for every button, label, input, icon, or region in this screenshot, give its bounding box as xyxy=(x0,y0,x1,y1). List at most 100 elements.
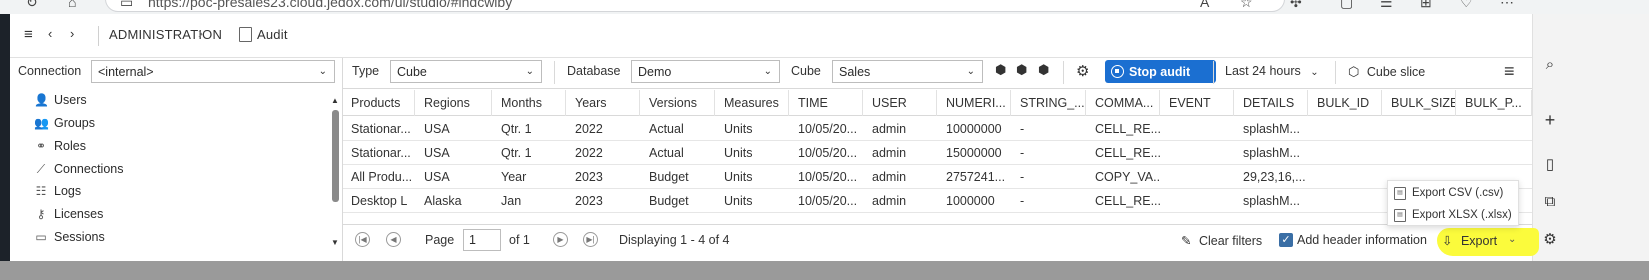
cell-details: splashM... xyxy=(1243,194,1300,208)
scroll-up-icon[interactable]: ▲ xyxy=(331,96,339,105)
time-range-select[interactable]: Last 24 hours ⌄ xyxy=(1225,64,1319,78)
export-xlsx-label: Export XLSX (.xlsx) xyxy=(1412,209,1512,221)
table-row[interactable]: Stationar... USA Qtr. 1 2022 Actual Unit… xyxy=(343,141,1532,165)
database-select[interactable]: Demo ⌄ xyxy=(631,60,780,83)
connection-select[interactable]: <internal> ⌄ xyxy=(91,60,335,83)
cell-months: Qtr. 1 xyxy=(501,122,532,136)
sidebar-item-roles[interactable]: ⚭ Roles xyxy=(34,135,86,157)
first-page-icon[interactable]: |◀ xyxy=(355,232,370,247)
cell-command: CELL_RE... xyxy=(1095,146,1160,160)
export-csv-item[interactable]: ▤ Export CSV (.csv) xyxy=(1394,183,1503,203)
scroll-down-icon[interactable]: ▼ xyxy=(331,238,339,247)
favorites-bar-icon[interactable]: ☰ xyxy=(1380,0,1393,11)
export-button[interactable]: ⇩ Export xyxy=(1442,233,1497,248)
chevron-down-icon: ⌄ xyxy=(1310,67,1319,78)
sidebar-item-users[interactable]: 👤 Users xyxy=(34,89,87,111)
next-page-icon[interactable]: ▶ xyxy=(553,232,568,247)
extensions-icon[interactable]: ✣ xyxy=(1290,0,1302,11)
cell-versions: Budget xyxy=(649,194,689,208)
column-header-bulk-id[interactable]: BULK_ID xyxy=(1309,90,1382,116)
cell-string: - xyxy=(1020,146,1025,160)
cube-slice-button[interactable]: ⬡ Cube slice xyxy=(1348,64,1425,80)
column-header-event[interactable]: EVENT xyxy=(1161,90,1234,116)
header-divider xyxy=(98,26,99,46)
more-icon[interactable]: ⋯ xyxy=(1500,0,1514,11)
column-header-numeric[interactable]: NUMERI... xyxy=(938,90,1011,116)
clear-filters-button[interactable]: ✎ Clear filters xyxy=(1181,233,1262,248)
open-external-icon[interactable]: ⧉ xyxy=(1536,193,1564,210)
sidebar-item-groups[interactable]: 👥 Groups xyxy=(34,112,95,134)
table-row[interactable]: Desktop L Alaska Jan 2023 Budget Units 1… xyxy=(343,189,1532,213)
split-icon[interactable]: ▢ xyxy=(1340,0,1353,11)
cube-lock-icon[interactable]: ⬢ xyxy=(1016,62,1032,78)
column-header-time[interactable]: TIME xyxy=(790,90,863,116)
last-page-icon[interactable]: ▶| xyxy=(583,232,598,247)
column-header-products[interactable]: Products xyxy=(343,90,415,116)
sidebar-item-logs[interactable]: ☷ Logs xyxy=(34,180,82,202)
column-header-regions[interactable]: Regions xyxy=(416,90,492,116)
menu-icon[interactable]: ≡ xyxy=(1504,61,1515,82)
column-header-details[interactable]: DETAILS xyxy=(1235,90,1308,116)
gear-icon[interactable]: ⚙ xyxy=(1076,62,1092,80)
cube-slice-icon: ⬡ xyxy=(1348,64,1360,79)
browser-essentials-icon[interactable]: ♡ xyxy=(1460,0,1473,11)
sidebar-item-label: Sessions xyxy=(54,230,105,244)
table-row[interactable]: Stationar... USA Qtr. 1 2022 Actual Unit… xyxy=(343,117,1532,141)
chevron-down-icon: ⌄ xyxy=(763,66,772,77)
cell-products: Stationar... xyxy=(351,146,411,160)
table-row[interactable]: All Produ... USA Year 2023 Budget Units … xyxy=(343,165,1532,189)
forward-icon[interactable]: › xyxy=(70,26,74,41)
column-header-string[interactable]: STRING_... xyxy=(1012,90,1086,116)
cube-select[interactable]: Sales ⌄ xyxy=(832,60,983,83)
sidebar-item-sessions[interactable]: ▭ Sessions xyxy=(34,226,105,248)
settings-icon[interactable]: ⚙ xyxy=(1536,230,1564,248)
home-icon[interactable]: ⌂ xyxy=(68,0,76,10)
url-text[interactable]: https://poc-presales23.cloud.jedox.com/u… xyxy=(148,0,512,10)
lock-icon[interactable]: ▭ xyxy=(120,0,133,11)
connection-value: <internal> xyxy=(98,65,154,79)
collections-icon[interactable]: ⊞ xyxy=(1420,0,1432,11)
favorite-icon[interactable]: ☆ xyxy=(1240,0,1253,11)
column-header-versions[interactable]: Versions xyxy=(641,90,715,116)
chevron-down-icon: ⌄ xyxy=(318,66,327,77)
column-header-user[interactable]: USER xyxy=(864,90,937,116)
add-header-checkbox[interactable]: ✓ xyxy=(1279,233,1293,247)
refresh-icon[interactable]: ↻ xyxy=(26,0,38,11)
stop-audit-button[interactable]: Stop audit xyxy=(1105,60,1216,83)
search-icon[interactable]: ⌕ xyxy=(1536,56,1564,73)
page-input[interactable]: 1 xyxy=(463,229,501,251)
cell-details: splashM... xyxy=(1243,122,1300,136)
cube-settings-icon[interactable]: ⬢ xyxy=(1038,62,1054,78)
sidebar-item-licenses[interactable]: ⚷ Licenses xyxy=(34,203,104,225)
read-aloud-icon[interactable]: A xyxy=(1200,0,1209,10)
export-xlsx-item[interactable]: ▤ Export XLSX (.xlsx) xyxy=(1394,205,1512,225)
column-header-bulk-p[interactable]: BULK_P... xyxy=(1457,90,1532,116)
column-header-bulk-size[interactable]: BULK_SIZE xyxy=(1383,90,1456,116)
type-select[interactable]: Cube ⌄ xyxy=(390,60,542,83)
cell-months: Qtr. 1 xyxy=(501,146,532,160)
cell-command: CELL_RE... xyxy=(1095,122,1160,136)
add-icon[interactable]: + xyxy=(1536,110,1564,131)
column-header-years[interactable]: Years xyxy=(567,90,640,116)
column-header-measures[interactable]: Measures xyxy=(716,90,789,116)
column-header-command[interactable]: COMMA... xyxy=(1087,90,1160,116)
cell-details: splashM... xyxy=(1243,146,1300,160)
hamburger-menu-icon[interactable]: ≡ xyxy=(24,26,33,43)
export-dropdown-icon[interactable]: ⌄ xyxy=(1508,234,1516,245)
chevron-down-icon: ⌄ xyxy=(966,66,975,77)
cell-measures: Units xyxy=(724,170,753,184)
cell-products: Stationar... xyxy=(351,122,411,136)
sidebar-item-connections[interactable]: ⟋ Connections xyxy=(34,158,124,180)
group-icon: 👥 xyxy=(34,116,49,130)
previous-page-icon[interactable]: ◀ xyxy=(386,232,401,247)
back-icon[interactable]: ‹ xyxy=(48,26,52,41)
cell-time: 10/05/20... xyxy=(798,146,858,160)
breadcrumb-administration[interactable]: ADMINISTRATION xyxy=(109,27,222,42)
cell-months: Year xyxy=(501,170,527,184)
cube-edit-icon[interactable]: ⬢ xyxy=(995,62,1011,78)
column-header-months[interactable]: Months xyxy=(493,90,566,116)
connection-label: Connection xyxy=(18,64,82,78)
cell-measures: Units xyxy=(724,194,753,208)
split-screen-icon[interactable]: ▯ xyxy=(1536,155,1564,173)
sidebar-scrollbar-thumb[interactable] xyxy=(332,110,339,202)
